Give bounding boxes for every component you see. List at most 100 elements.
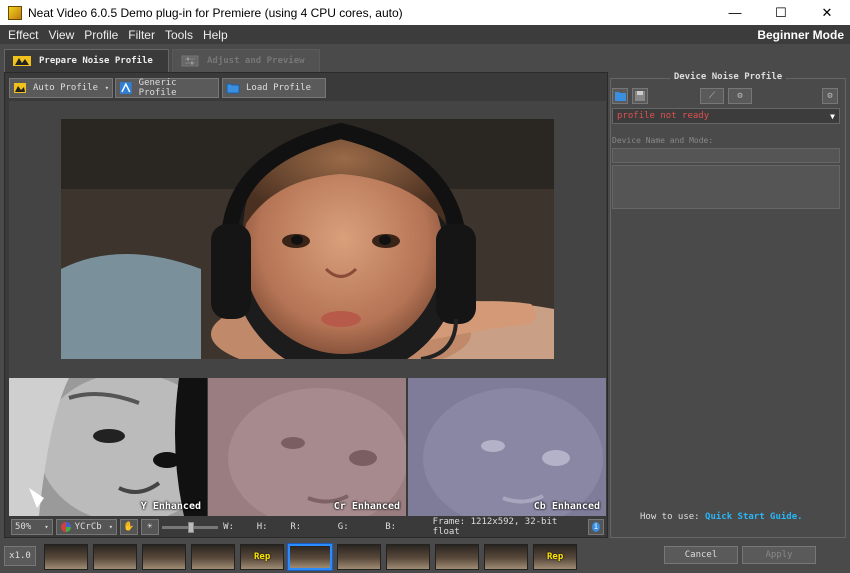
- profile-tool-2-button[interactable]: ⚙: [728, 88, 752, 104]
- auto-profile-button[interactable]: Auto Profile ▾: [9, 78, 113, 98]
- load-profile-button[interactable]: Load Profile: [222, 78, 326, 98]
- auto-profile-icon: [14, 83, 26, 93]
- color-wheel-icon: [60, 522, 71, 532]
- tabs-bar: Prepare Noise Profile Adjust and Preview: [0, 44, 850, 72]
- frame-thumbnail[interactable]: [142, 544, 186, 570]
- mode-switch[interactable]: Beginner Mode: [757, 28, 850, 42]
- tools-icon: ⚙: [737, 91, 743, 101]
- frame-info: Frame: 1212x592, 32-bit float: [432, 517, 558, 537]
- chevron-down-icon: ▾: [44, 523, 49, 531]
- speed-value: x1.0: [9, 551, 31, 561]
- menu-filter[interactable]: Filter: [123, 28, 160, 42]
- preview-image[interactable]: [61, 119, 554, 359]
- frame-thumbnail[interactable]: [44, 544, 88, 570]
- minimize-button[interactable]: —: [712, 0, 758, 25]
- status-bar: 50% ▾ YCrCb ▾ ✋ ☀ W: H: R: G: B: Frame: …: [9, 517, 606, 537]
- colorspace-value: YCrCb: [74, 522, 102, 532]
- sun-icon: ☀: [147, 522, 153, 532]
- info-icon: i: [592, 522, 600, 532]
- menu-profile[interactable]: Profile: [79, 28, 123, 42]
- howto-prefix: How to use:: [640, 512, 700, 522]
- tab-adjust-label: Adjust and Preview: [207, 56, 305, 66]
- frame-thumbnail-selected[interactable]: [287, 543, 333, 571]
- chevron-down-icon: ▼: [830, 111, 835, 121]
- cb-channel-image: [408, 378, 606, 516]
- menu-tools[interactable]: Tools: [160, 28, 198, 42]
- frame-thumbnail-rep[interactable]: Rep: [533, 544, 577, 570]
- slider-handle[interactable]: [187, 522, 194, 533]
- device-name-label: Device Name and Mode:: [612, 136, 714, 145]
- preview-viewer[interactable]: [9, 101, 606, 378]
- maximize-button[interactable]: ☐: [758, 0, 804, 25]
- open-profile-button[interactable]: [612, 88, 628, 104]
- save-profile-button[interactable]: [632, 88, 648, 104]
- cancel-button[interactable]: Cancel: [664, 546, 738, 564]
- window-title: Neat Video 6.0.5 Demo plug-in for Premie…: [28, 5, 403, 20]
- cr-channel-image: [208, 378, 406, 516]
- playback-speed-select[interactable]: x1.0: [4, 546, 36, 566]
- brightness-button[interactable]: ☀: [140, 519, 159, 535]
- frame-thumbnail[interactable]: [435, 544, 479, 570]
- device-name-field[interactable]: [612, 148, 840, 163]
- pan-tool-button[interactable]: ✋: [119, 519, 138, 535]
- rep-label: Rep: [254, 552, 271, 562]
- load-profile-label: Load Profile: [246, 83, 312, 93]
- close-button[interactable]: ✕: [804, 0, 850, 25]
- gear-icon: ⚙: [827, 91, 833, 101]
- frame-thumbnail[interactable]: [386, 544, 430, 570]
- frame-thumbnail[interactable]: [191, 544, 235, 570]
- tab-adjust-and-preview[interactable]: Adjust and Preview: [172, 49, 320, 72]
- menu-help[interactable]: Help: [198, 28, 233, 42]
- profile-tool-1-button[interactable]: ⟋: [700, 88, 724, 104]
- profile-state: profile not ready: [617, 111, 710, 121]
- channel-previews: Y Enhanced Cr Enhanced Cb Enhanced: [9, 378, 606, 516]
- channel-y-label: Y Enhanced: [140, 501, 201, 512]
- profile-info-button[interactable]: ⚙: [822, 88, 838, 104]
- apply-button[interactable]: Apply: [742, 546, 816, 564]
- profile-select[interactable]: profile not ready ▼: [612, 108, 840, 124]
- main-panel: Auto Profile ▾ Generic Profile Load Prof…: [4, 72, 608, 538]
- device-mode-field[interactable]: [612, 165, 840, 209]
- green-readout: G:: [337, 522, 349, 532]
- y-channel-image: [9, 378, 207, 516]
- brightness-slider[interactable]: [161, 522, 218, 533]
- colorspace-select[interactable]: YCrCb ▾: [55, 519, 117, 535]
- channel-y-preview[interactable]: Y Enhanced: [9, 378, 207, 516]
- width-readout: W:: [223, 522, 235, 532]
- menu-bar: Effect View Profile Filter Tools Help Be…: [0, 25, 850, 44]
- tab-prepare-noise-profile[interactable]: Prepare Noise Profile: [4, 49, 169, 72]
- chevron-down-icon: ▾: [104, 84, 109, 92]
- generic-profile-label: Generic Profile: [138, 78, 177, 98]
- title-bar: Neat Video 6.0.5 Demo plug-in for Premie…: [0, 0, 850, 25]
- frame-thumbnail[interactable]: [337, 544, 381, 570]
- app-icon: [8, 5, 22, 20]
- blue-readout: B:: [385, 522, 397, 532]
- baby-photo: [61, 119, 554, 359]
- how-to-use: How to use: Quick Start Guide.: [640, 512, 803, 522]
- menu-effect[interactable]: Effect: [0, 28, 43, 42]
- hand-icon: ✋: [123, 522, 135, 532]
- save-icon: [635, 91, 645, 101]
- zoom-value: 50%: [15, 522, 32, 532]
- frame-thumbnail-rep[interactable]: Rep: [240, 544, 284, 570]
- quick-start-guide-link[interactable]: Quick Start Guide: [705, 512, 797, 522]
- device-noise-profile-panel: Device Noise Profile ⟋ ⚙ ⚙ profile not r…: [610, 72, 846, 538]
- info-button[interactable]: i: [588, 519, 604, 535]
- generic-profile-button[interactable]: Generic Profile: [115, 78, 219, 98]
- height-readout: H:: [256, 522, 268, 532]
- menu-view[interactable]: View: [43, 28, 79, 42]
- bottom-bar: x1.0 Rep Rep Cancel Apply: [0, 540, 850, 573]
- frame-thumbnail[interactable]: [93, 544, 137, 570]
- zoom-select[interactable]: 50% ▾: [11, 519, 53, 535]
- channel-cr-label: Cr Enhanced: [333, 501, 400, 512]
- panel-title: Device Noise Profile: [610, 72, 846, 82]
- tab-prepare-label: Prepare Noise Profile: [39, 56, 153, 66]
- panel-frame: [610, 78, 846, 538]
- folder-icon: [614, 92, 626, 101]
- channel-cb-preview[interactable]: Cb Enhanced: [408, 378, 606, 516]
- frame-thumbnail[interactable]: [484, 544, 528, 570]
- red-readout: R:: [290, 522, 302, 532]
- channel-cr-preview[interactable]: Cr Enhanced: [208, 378, 406, 516]
- generic-profile-icon: [119, 82, 132, 94]
- channel-cb-label: Cb Enhanced: [533, 501, 600, 512]
